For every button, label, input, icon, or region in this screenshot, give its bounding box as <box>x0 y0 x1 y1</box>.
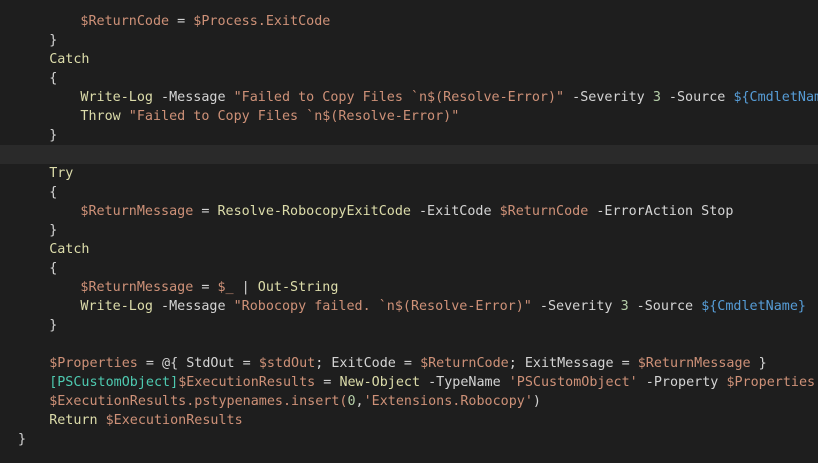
code-token: , <box>355 394 364 409</box>
code-token: Try <box>49 166 74 181</box>
code-token: { <box>49 71 58 86</box>
code-line[interactable]: $ReturnMessage = Resolve-RobocopyExitCod… <box>0 202 818 221</box>
code-token: -Severity <box>564 90 653 105</box>
code-token: ; ExitMessage = <box>508 356 638 371</box>
code-token: } <box>49 33 58 48</box>
code-token: $ReturnMessage <box>80 280 194 295</box>
code-token: -Message <box>152 299 234 314</box>
code-token: Out-String <box>257 280 339 295</box>
code-token: = @{ StdOut = <box>137 356 259 371</box>
code-token: ) <box>532 394 541 409</box>
code-token: Return <box>49 413 98 428</box>
code-token: } <box>49 318 58 333</box>
code-token: ${CmdletName} <box>733 90 818 105</box>
code-token: 3 <box>620 299 629 314</box>
code-token: $ReturnCode <box>420 356 509 371</box>
code-line[interactable]: { <box>0 259 818 278</box>
code-token: $Process.ExitCode <box>193 14 331 29</box>
code-token: = <box>169 14 194 29</box>
code-line[interactable]: { <box>0 69 818 88</box>
code-token: $Properties <box>49 356 138 371</box>
code-token: = <box>193 280 218 295</box>
code-token: Catch <box>49 242 90 257</box>
code-token: = <box>193 204 218 219</box>
code-token: $ReturnMessage <box>637 356 751 371</box>
code-token: $Properties <box>726 375 816 390</box>
code-token: -TypeName <box>420 375 509 390</box>
code-token: Catch <box>49 52 90 67</box>
code-line[interactable]: } <box>0 31 818 50</box>
code-line[interactable]: $Properties = @{ StdOut = $stdOut; ExitC… <box>0 354 818 373</box>
code-token: -Message <box>152 90 234 105</box>
code-line[interactable]: Write-Log -Message "Failed to Copy Files… <box>0 88 818 107</box>
code-line[interactable]: [PSCustomObject]$ExecutionResults = New-… <box>0 373 818 392</box>
code-line[interactable]: } <box>0 221 818 240</box>
code-line[interactable]: Throw "Failed to Copy Files `n$(Resolve-… <box>0 107 818 126</box>
code-token: 'Extensions.Robocopy' <box>363 394 533 409</box>
code-token: $ExecutionResults <box>178 375 316 390</box>
code-token: "Failed to Copy Files `n$(Resolve-Error)… <box>128 109 460 124</box>
code-token: } <box>750 356 767 371</box>
code-token: -ExitCode <box>410 204 500 219</box>
code-token: $ReturnCode <box>499 204 589 219</box>
code-line[interactable] <box>0 145 818 164</box>
code-token: $ExecutionResults <box>105 413 243 428</box>
code-token: -Property <box>637 375 727 390</box>
code-line[interactable]: Try <box>0 164 818 183</box>
code-token: New-Object <box>339 375 421 390</box>
code-line[interactable] <box>0 335 818 354</box>
code-token: 'PSCustomObject' <box>508 375 638 390</box>
code-line[interactable]: Return $ExecutionResults <box>0 411 818 430</box>
code-token: $ExecutionResults.pstypenames.insert( <box>49 394 348 409</box>
code-token: "Failed to Copy Files `n$(Resolve-Error)… <box>233 90 565 105</box>
code-token: -ErrorAction Stop <box>588 204 734 219</box>
code-token: "Robocopy failed. `n$(Resolve-Error)" <box>233 299 532 314</box>
code-token: ; ExitCode = <box>315 356 421 371</box>
code-line[interactable]: } <box>0 316 818 335</box>
code-line[interactable]: Catch <box>0 50 818 69</box>
code-token: -Source <box>628 299 702 314</box>
code-token: { <box>49 185 58 200</box>
code-token: ${CmdletName} <box>701 299 806 314</box>
code-line[interactable]: { <box>0 183 818 202</box>
code-token: 0 <box>347 394 356 409</box>
code-token: [PSCustomObject] <box>49 375 179 390</box>
code-token: Throw <box>80 109 121 124</box>
code-token: { <box>49 261 58 276</box>
code-token: $stdOut <box>258 356 316 371</box>
code-token: } <box>49 128 58 143</box>
code-token: Write-Log <box>80 299 153 314</box>
code-line[interactable]: $ReturnMessage = $_ | Out-String <box>0 278 818 297</box>
code-token: | <box>233 280 258 295</box>
code-token: } <box>18 432 27 447</box>
code-token: $_ <box>217 280 234 295</box>
code-line[interactable]: Write-Log -Message "Robocopy failed. `n$… <box>0 297 818 316</box>
code-token: 3 <box>652 90 661 105</box>
code-line[interactable]: $ExecutionResults.pstypenames.insert(0,'… <box>0 392 818 411</box>
code-line[interactable]: $ReturnCode = $Process.ExitCode <box>0 12 818 31</box>
code-token: Write-Log <box>80 90 153 105</box>
code-line[interactable]: Catch <box>0 240 818 259</box>
code-line[interactable]: } <box>0 126 818 145</box>
code-token: Resolve-RobocopyExitCode <box>217 204 411 219</box>
code-line[interactable]: } <box>0 430 818 449</box>
code-editor[interactable]: $ReturnCode = $Process.ExitCode} Catch { Wr… <box>0 0 818 463</box>
code-token: -Severity <box>531 299 621 314</box>
code-token: $ReturnCode <box>80 14 170 29</box>
code-token: $ReturnMessage <box>80 204 194 219</box>
code-token: = <box>315 375 340 390</box>
code-token: -Source <box>660 90 734 105</box>
code-token: } <box>49 223 58 238</box>
